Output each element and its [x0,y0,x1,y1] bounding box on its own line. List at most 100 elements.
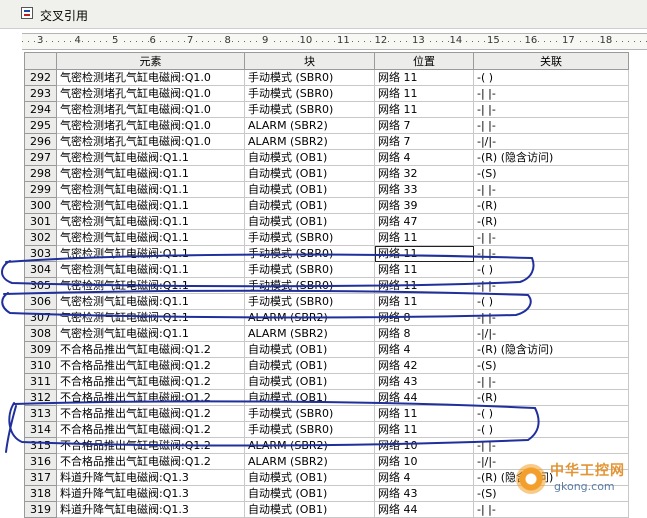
cell-block[interactable]: 手动模式 (SBR0) [244,293,375,310]
cell-block[interactable]: ALARM (SBR2) [244,437,375,454]
table-row[interactable]: 294 气密检测堵孔气缸电磁阀:Q1.0 手动模式 (SBR0) 网络 11 -| |- [24,101,629,118]
row-index[interactable]: 317 [24,469,57,486]
row-index[interactable]: 313 [24,405,57,422]
row-index[interactable]: 308 [24,325,57,342]
row-index[interactable]: 302 [24,229,57,246]
table-row[interactable]: 295 气密检测堵孔气缸电磁阀:Q1.0 ALARM (SBR2) 网络 7 -| |- [24,117,629,134]
cell-block[interactable]: 自动模式 (OB1) [244,389,375,406]
cell-element[interactable]: 气密检测气缸电磁阀:Q1.1 [56,229,245,246]
cell-relation[interactable]: -| |- [473,277,629,294]
column-header-location[interactable]: 位置 [374,52,474,70]
cell-element[interactable]: 气密检测气缸电磁阀:Q1.1 [56,277,245,294]
table-row[interactable]: 308 气密检测气缸电磁阀:Q1.1 ALARM (SBR2) 网络 8 -|/|- [24,325,629,342]
cell-element[interactable]: 料道升降气缸电磁阀:Q1.3 [56,485,245,502]
cell-location[interactable]: 网络 43 [374,373,474,390]
cell-element[interactable]: 气密检测气缸电磁阀:Q1.1 [56,165,245,182]
cell-relation[interactable]: -| |- [473,373,629,390]
cell-relation[interactable]: -(R) [473,197,629,214]
cell-location[interactable]: 网络 8 [374,325,474,342]
cell-relation[interactable]: -( ) [473,69,629,86]
cell-location[interactable]: 网络 11 [374,421,474,438]
table-row[interactable]: 293 气密检测堵孔气缸电磁阀:Q1.0 手动模式 (SBR0) 网络 11 -| |- [24,85,629,102]
cell-location[interactable]: 网络 11 [374,277,474,294]
cell-block[interactable]: 手动模式 (SBR0) [244,85,375,102]
cell-relation[interactable]: -(R) [473,213,629,230]
row-index[interactable]: 305 [24,277,57,294]
cell-element[interactable]: 气密检测堵孔气缸电磁阀:Q1.0 [56,85,245,102]
cell-location[interactable]: 网络 7 [374,117,474,134]
table-row[interactable]: 297 气密检测气缸电磁阀:Q1.1 自动模式 (OB1) 网络 4 -(R) (隐含访… [24,149,629,166]
cell-block[interactable]: 手动模式 (SBR0) [244,277,375,294]
cell-relation[interactable]: -(R) (隐含访问) [473,149,629,166]
cell-block[interactable]: 自动模式 (OB1) [244,213,375,230]
table-row[interactable]: 313 不合格品推出气缸电磁阀:Q1.2 手动模式 (SBR0) 网络 11 -( ) [24,405,629,422]
cell-relation[interactable]: -(R) (隐含访问) [473,341,629,358]
row-index[interactable]: 292 [24,69,57,86]
cell-block[interactable]: 自动模式 (OB1) [244,149,375,166]
table-row[interactable]: 315 不合格品推出气缸电磁阀:Q1.2 ALARM (SBR2) 网络 10 -| |… [24,437,629,454]
cell-location[interactable]: 网络 11 [374,405,474,422]
cell-location[interactable]: 网络 10 [374,453,474,470]
cell-location[interactable]: 网络 4 [374,149,474,166]
row-index[interactable]: 299 [24,181,57,198]
cell-location[interactable]: 网络 11 [374,85,474,102]
cell-block[interactable]: ALARM (SBR2) [244,325,375,342]
row-index[interactable]: 296 [24,133,57,150]
cell-location[interactable]: 网络 39 [374,197,474,214]
table-row[interactable]: 302 气密检测气缸电磁阀:Q1.1 手动模式 (SBR0) 网络 11 -| |- [24,229,629,246]
row-index[interactable]: 303 [24,245,57,262]
cell-location[interactable]: 网络 10 [374,437,474,454]
cell-block[interactable]: 手动模式 (SBR0) [244,405,375,422]
cell-block[interactable]: 自动模式 (OB1) [244,357,375,374]
cell-block[interactable]: 手动模式 (SBR0) [244,421,375,438]
table-row[interactable]: 301 气密检测气缸电磁阀:Q1.1 自动模式 (OB1) 网络 47 -(R) [24,213,629,230]
cell-block[interactable]: 手动模式 (SBR0) [244,245,375,262]
column-header-relation[interactable]: 关联 [473,52,629,70]
column-header-element[interactable]: 元素 [56,52,245,70]
cell-block[interactable]: 自动模式 (OB1) [244,165,375,182]
cell-location[interactable]: 网络 11 [374,261,474,278]
table-row[interactable]: 305 气密检测气缸电磁阀:Q1.1 手动模式 (SBR0) 网络 11 -| |- [24,277,629,294]
cell-block[interactable]: ALARM (SBR2) [244,117,375,134]
cell-block[interactable]: 自动模式 (OB1) [244,181,375,198]
cell-element[interactable]: 料道升降气缸电磁阀:Q1.3 [56,469,245,486]
row-index[interactable]: 298 [24,165,57,182]
cell-relation[interactable]: -| |- [473,245,629,262]
row-index[interactable]: 294 [24,101,57,118]
cell-block[interactable]: 自动模式 (OB1) [244,485,375,502]
cell-location[interactable]: 网络 32 [374,165,474,182]
row-index[interactable]: 316 [24,453,57,470]
cell-element[interactable]: 料道升降气缸电磁阀:Q1.3 [56,501,245,518]
table-row[interactable]: 312 不合格品推出气缸电磁阀:Q1.2 自动模式 (OB1) 网络 44 -(R) [24,389,629,406]
cell-relation[interactable]: -| |- [473,437,629,454]
row-index[interactable]: 310 [24,357,57,374]
cell-block[interactable]: ALARM (SBR2) [244,309,375,326]
row-index[interactable]: 314 [24,421,57,438]
row-index[interactable]: 293 [24,85,57,102]
cell-location[interactable]: 网络 47 [374,213,474,230]
cell-location[interactable]: 网络 44 [374,501,474,518]
cell-element[interactable]: 气密检测堵孔气缸电磁阀:Q1.0 [56,101,245,118]
cell-location[interactable]: 网络 11 [374,293,474,310]
cell-location[interactable]: 网络 4 [374,469,474,486]
cell-element[interactable]: 气密检测气缸电磁阀:Q1.1 [56,325,245,342]
cell-block[interactable]: 自动模式 (OB1) [244,197,375,214]
row-index[interactable]: 297 [24,149,57,166]
row-index[interactable]: 319 [24,501,57,518]
cell-location[interactable]: 网络 11 [374,245,474,262]
cell-block[interactable]: 手动模式 (SBR0) [244,229,375,246]
cell-location[interactable]: 网络 4 [374,341,474,358]
table-row[interactable]: 298 气密检测气缸电磁阀:Q1.1 自动模式 (OB1) 网络 32 -(S) [24,165,629,182]
cell-relation[interactable]: -| |- [473,101,629,118]
row-index[interactable]: 300 [24,197,57,214]
cell-block[interactable]: 自动模式 (OB1) [244,341,375,358]
cell-element[interactable]: 气密检测气缸电磁阀:Q1.1 [56,245,245,262]
cell-location[interactable]: 网络 11 [374,101,474,118]
row-index[interactable]: 307 [24,309,57,326]
cell-element[interactable]: 气密检测气缸电磁阀:Q1.1 [56,197,245,214]
cell-element[interactable]: 气密检测气缸电磁阀:Q1.1 [56,309,245,326]
row-index[interactable]: 311 [24,373,57,390]
cell-relation[interactable]: -( ) [473,405,629,422]
row-index[interactable]: 309 [24,341,57,358]
table-row[interactable]: 310 不合格品推出气缸电磁阀:Q1.2 自动模式 (OB1) 网络 42 -(S) [24,357,629,374]
